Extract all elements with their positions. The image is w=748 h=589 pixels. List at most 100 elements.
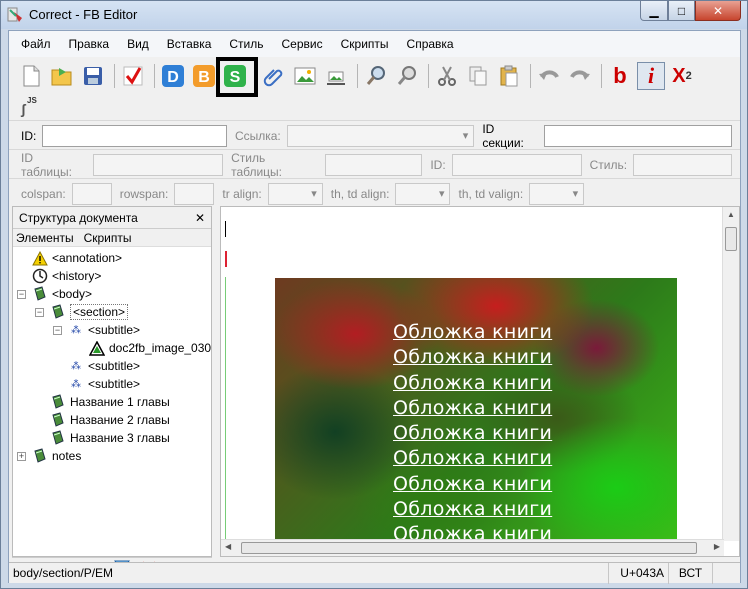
tree-node-annotation[interactable]: <annotation>: [13, 249, 211, 267]
scroll-up-icon[interactable]: ▲: [723, 210, 739, 219]
new-document-icon: [23, 65, 40, 87]
validate-button[interactable]: [119, 62, 147, 90]
menu-edit[interactable]: Правка: [69, 37, 110, 51]
menu-view[interactable]: Вид: [127, 37, 149, 51]
tab-scripts[interactable]: Скрипты: [84, 231, 132, 245]
status-mode: ВСТ: [669, 562, 713, 584]
section-id-input[interactable]: [544, 124, 732, 147]
tree-node-chapter[interactable]: Название 1 главы: [13, 393, 211, 411]
tr-align-combo[interactable]: [267, 182, 323, 205]
italic-button[interactable]: i: [637, 62, 665, 90]
copy-button[interactable]: [464, 62, 492, 90]
paste-button[interactable]: [495, 62, 523, 90]
d-icon: D: [162, 65, 184, 87]
table-style-input[interactable]: [325, 153, 423, 176]
hook-icon: ʃ: [21, 101, 26, 117]
menu-style[interactable]: Стиль: [229, 37, 263, 51]
section-marker: [225, 277, 226, 556]
tree-node-section[interactable]: − <section>: [13, 303, 211, 321]
svg-text:B: B: [198, 69, 210, 86]
panel-tabs: Элементы Скрипты: [13, 229, 211, 247]
tree-node-image[interactable]: doc2fb_image_030: [13, 339, 211, 357]
scripts-toolbar: JS ʃ: [9, 94, 39, 120]
edit-marker: [225, 251, 227, 267]
superscript-button[interactable]: X2: [668, 62, 696, 90]
redo-button[interactable]: [566, 62, 594, 90]
tree-node-subtitle[interactable]: − ⁂ <subtitle>: [13, 321, 211, 339]
rowspan-input[interactable]: [174, 182, 215, 205]
tree-node-label: Название 1 главы: [70, 395, 170, 409]
description-button[interactable]: D: [159, 62, 187, 90]
find-button[interactable]: [362, 62, 390, 90]
scroll-right-icon[interactable]: ▶: [714, 542, 720, 551]
vertical-scroll-thumb[interactable]: [725, 227, 737, 251]
replace-icon: [397, 66, 416, 85]
maximize-button[interactable]: □: [668, 1, 695, 21]
tab-elements[interactable]: Элементы: [16, 231, 74, 245]
menu-help[interactable]: Справка: [407, 37, 454, 51]
table-id-input[interactable]: [93, 153, 224, 176]
tree-node-label: Название 2 главы: [70, 413, 170, 427]
cut-icon: [438, 66, 456, 86]
undo-button[interactable]: [535, 62, 563, 90]
cell-style-input[interactable]: [633, 153, 732, 176]
attach-button[interactable]: [260, 62, 288, 90]
tree-node-chapter[interactable]: Название 2 главы: [13, 411, 211, 429]
tree-node-notes[interactable]: + notes: [13, 447, 211, 465]
close-button[interactable]: ✕: [695, 1, 741, 21]
insert-inline-image-button[interactable]: [322, 62, 350, 90]
tree-node-subtitle[interactable]: ⁂ <subtitle>: [13, 357, 211, 375]
tree-node-body[interactable]: − <body>: [13, 285, 211, 303]
colspan-input[interactable]: [71, 182, 112, 205]
colspan-label: colspan:: [21, 186, 66, 201]
tree-node-history[interactable]: <history>: [13, 267, 211, 285]
th-td-align-combo[interactable]: [395, 182, 451, 205]
collapse-toggle[interactable]: −: [53, 325, 62, 335]
replace-button[interactable]: [393, 62, 421, 90]
th-td-valign-combo[interactable]: [529, 182, 585, 205]
cut-button[interactable]: [433, 62, 461, 90]
structure-tree: <annotation> <history> − <body> − <secti…: [13, 247, 211, 465]
cover-line: Обложка книги: [393, 346, 553, 369]
source-button[interactable]: S: [216, 57, 258, 97]
toolbar-separator: [428, 64, 429, 88]
collapse-toggle[interactable]: −: [35, 307, 44, 317]
find-icon: [366, 66, 385, 85]
tree-node-label: <subtitle>: [88, 359, 141, 373]
expand-toggle[interactable]: +: [17, 451, 26, 461]
menu-scripts[interactable]: Скрипты: [341, 37, 389, 51]
paperclip-icon: [263, 69, 283, 87]
editor-pane[interactable]: Обложка книги Обложка книги Обложка книг…: [220, 206, 740, 557]
minimize-button[interactable]: ▁: [640, 1, 668, 21]
menu-file[interactable]: Файл: [21, 37, 51, 51]
scroll-left-icon[interactable]: ◀: [225, 542, 231, 551]
horizontal-scrollbar[interactable]: ◀ ▶: [221, 539, 724, 556]
cover-text: Обложка книги Обложка книги Обложка книг…: [393, 320, 552, 548]
form-row-2: ID таблицы: Стиль таблицы: ID: Стиль:: [9, 149, 740, 179]
book-icon: [50, 412, 66, 428]
tree-node-label: <subtitle>: [88, 323, 141, 337]
panel-close-icon[interactable]: ✕: [195, 211, 205, 225]
open-button[interactable]: [48, 62, 76, 90]
tree-node-subtitle[interactable]: ⁂ <subtitle>: [13, 375, 211, 393]
tree-node-chapter[interactable]: Название 3 главы: [13, 429, 211, 447]
image-triangle-icon: [89, 340, 105, 356]
save-button[interactable]: [79, 62, 107, 90]
menu-service[interactable]: Сервис: [282, 37, 323, 51]
js-script-button[interactable]: JS ʃ: [21, 96, 39, 117]
cover-line: Обложка книги: [393, 422, 553, 445]
menu-insert[interactable]: Вставка: [167, 37, 212, 51]
collapse-toggle[interactable]: −: [17, 289, 26, 299]
tree-node-label: <body>: [52, 287, 93, 301]
close-icon: ✕: [712, 3, 724, 18]
link-combo[interactable]: [286, 124, 475, 147]
bold-button[interactable]: b: [606, 62, 634, 90]
new-button[interactable]: [17, 62, 45, 90]
tree-node-label: <section>: [70, 304, 129, 320]
body-button[interactable]: B: [190, 62, 218, 90]
insert-image-button[interactable]: [291, 62, 319, 90]
vertical-scrollbar[interactable]: ▲: [722, 207, 739, 541]
cell-id-input[interactable]: [451, 153, 582, 176]
horizontal-scroll-thumb[interactable]: [241, 542, 697, 554]
id-input[interactable]: [42, 124, 227, 147]
